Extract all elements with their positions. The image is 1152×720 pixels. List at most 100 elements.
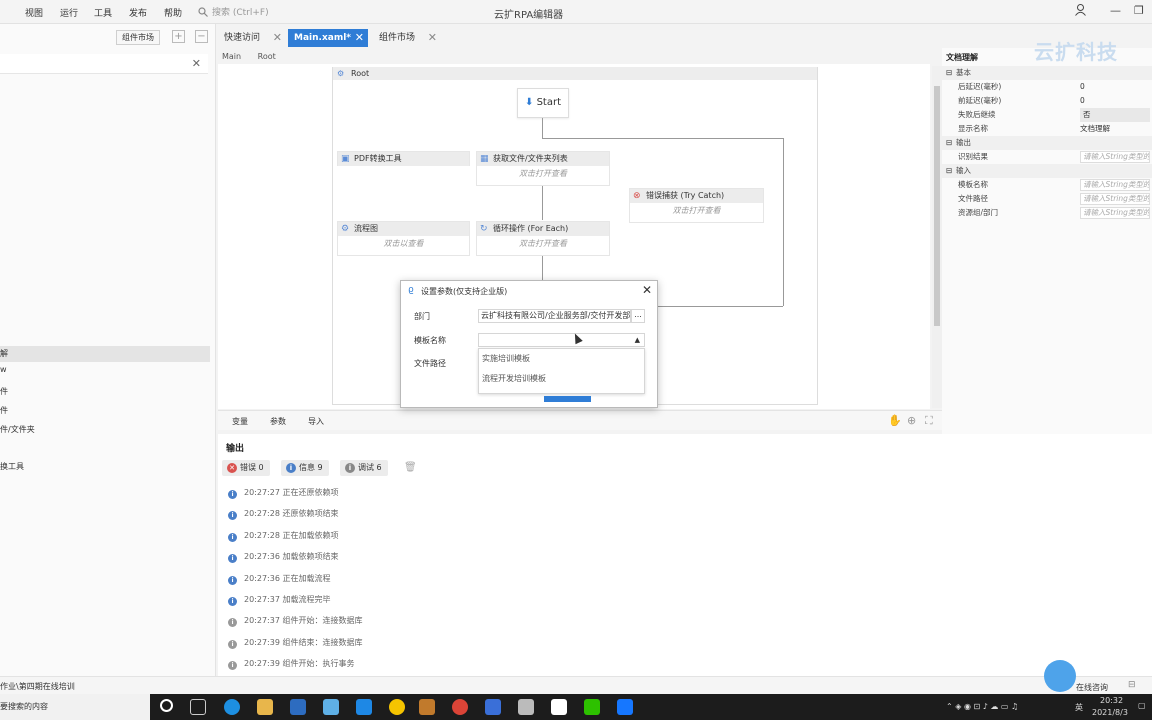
scrollbar-thumb[interactable] <box>934 86 940 326</box>
trash-icon[interactable]: 🗑 <box>404 462 417 473</box>
template-select[interactable]: ▲ <box>478 333 645 347</box>
tab-imports[interactable]: 导入 <box>308 416 324 427</box>
notification-icon[interactable]: ▢ <box>1138 701 1146 710</box>
tray-icons[interactable]: ⌃ ◈ ◉ ⊡ ♪ ☁ ▭ ♫ <box>946 702 1018 711</box>
filter-info-button[interactable]: i 信息 9 <box>281 460 329 476</box>
zoom-icon[interactable]: ⊕ <box>907 414 916 427</box>
dept-browse-button[interactable]: ... <box>631 309 645 323</box>
browser-icon[interactable] <box>389 699 405 715</box>
widget-market-button[interactable]: 组件市场 <box>116 30 160 45</box>
activity-node-pdf[interactable]: ▣ PDF转换工具 <box>337 151 470 166</box>
activities-pane: 组件市场 + − ✕ 解 w 件 件 件/文件夹 换工具 <box>0 24 216 676</box>
prop-row[interactable]: 资源组/部门 请输入String类型的值 <box>942 206 1152 220</box>
prop-row[interactable]: 文件路径 请输入String类型的值 <box>942 192 1152 206</box>
tab-arguments[interactable]: 参数 <box>270 416 286 427</box>
filter-errors-button[interactable]: ✕ 错误 0 <box>222 460 270 476</box>
mail-icon[interactable] <box>290 699 306 715</box>
filter-debug-button[interactable]: i 调试 6 <box>340 460 388 476</box>
prop-row[interactable]: 后延迟(毫秒) 0 <box>942 80 1152 94</box>
prop-section-input[interactable]: ⊟ 输入 <box>942 164 1152 178</box>
meeting-icon[interactable] <box>617 699 633 715</box>
collapse-icon[interactable]: − <box>195 30 208 43</box>
add-icon[interactable]: + <box>172 30 185 43</box>
user-icon[interactable] <box>1075 4 1086 19</box>
activity-item[interactable]: 解 <box>0 346 210 362</box>
chrome-icon[interactable] <box>452 699 468 715</box>
tab-quick-access[interactable]: 快速访问 ✕ <box>218 29 286 47</box>
tab-main-xaml[interactable]: Main.xaml* ✕ <box>288 29 368 47</box>
app-icon[interactable] <box>419 699 435 715</box>
prop-row[interactable]: 前延迟(毫秒) 0 <box>942 94 1152 108</box>
menu-view[interactable]: 视图 <box>25 6 43 19</box>
activity-node-try-catch[interactable]: ⊗ 错误捕获 (Try Catch) 双击打开查看 <box>629 188 764 223</box>
menu-publish[interactable]: 发布 <box>129 6 147 19</box>
taskbar-search[interactable]: 要搜索的内容 <box>0 694 150 720</box>
prop-value-input[interactable]: 请输入String类型的值 <box>1080 193 1150 205</box>
activity-node-get-files[interactable]: ▦ 获取文件/文件夹列表 双击打开查看 <box>476 151 610 186</box>
prop-value-input[interactable]: 请输入String类型的值 <box>1080 179 1150 191</box>
activity-item[interactable]: 件 <box>0 403 210 419</box>
canvas-scrollbar[interactable] <box>932 66 942 408</box>
start-node[interactable]: ⬇ Start <box>517 88 569 118</box>
rpa-icon[interactable] <box>485 699 501 715</box>
activity-item[interactable]: 件 <box>0 384 210 400</box>
chat-bubble-icon[interactable] <box>1044 660 1076 692</box>
close-icon[interactable]: ✕ <box>273 29 282 47</box>
tab-variables[interactable]: 变量 <box>232 416 248 427</box>
dept-input[interactable]: 云扩科技有限公司/企业服务部/交付开发部 <box>478 309 631 323</box>
file-explorer-icon[interactable] <box>257 699 273 715</box>
template-option[interactable]: 流程开发培训模板 <box>479 369 644 389</box>
prop-section-output[interactable]: ⊟ 输出 <box>942 136 1152 150</box>
editor-icon[interactable] <box>551 699 567 715</box>
activity-node-foreach[interactable]: ↻ 循环操作 (For Each) 双击打开查看 <box>476 221 610 256</box>
breadcrumb-main[interactable]: Main <box>222 52 241 61</box>
menu-help[interactable]: 帮助 <box>164 6 182 19</box>
close-icon[interactable]: ✕ <box>355 29 364 47</box>
activity-node-flowchart[interactable]: ⚙ 流程图 双击以查看 <box>337 221 470 256</box>
activities-search-input[interactable] <box>0 54 208 74</box>
prop-value[interactable]: 文档理解 <box>1080 122 1110 136</box>
store-icon[interactable] <box>356 699 372 715</box>
online-chat-link[interactable]: 在线咨询 <box>1076 682 1108 693</box>
menu-run[interactable]: 运行 <box>60 6 78 19</box>
fit-screen-icon[interactable]: ⛶ <box>925 414 933 428</box>
prop-row[interactable]: 模板名称 请输入String类型的值 <box>942 178 1152 192</box>
clock-date[interactable]: 2021/8/3 <box>1092 708 1128 717</box>
close-icon[interactable]: ✕ <box>642 283 652 297</box>
restore-icon[interactable]: ❐ <box>1134 4 1144 17</box>
hand-pan-icon[interactable]: ✋ <box>888 414 902 427</box>
cortana-icon[interactable] <box>160 699 173 712</box>
confirm-button[interactable] <box>544 396 591 402</box>
prop-row[interactable]: 显示名称 文档理解 <box>942 122 1152 136</box>
activity-item[interactable]: 换工具 <box>0 459 210 475</box>
activity-item[interactable]: 件/文件夹 <box>0 422 210 438</box>
edge-icon[interactable] <box>224 699 240 715</box>
prop-section-basic[interactable]: ⊟ 基本 <box>942 66 1152 80</box>
minimize-icon[interactable]: — <box>1110 4 1121 17</box>
prop-row[interactable]: 失败后继续 否 <box>942 108 1152 122</box>
task-view-icon[interactable] <box>190 699 206 715</box>
app-icon[interactable] <box>323 699 339 715</box>
clock-time[interactable]: 20:32 <box>1100 696 1123 705</box>
close-icon[interactable]: ✕ <box>428 29 437 47</box>
prop-value[interactable]: 0 <box>1080 80 1085 94</box>
search-box[interactable]: 搜索 (Ctrl+F) <box>198 3 368 20</box>
tab-widget-market[interactable]: 组件市场 ✕ <box>373 29 441 47</box>
wechat-icon[interactable] <box>584 699 600 715</box>
ime-indicator[interactable]: 英 <box>1075 702 1083 713</box>
activity-item[interactable]: w <box>0 362 210 378</box>
prop-row[interactable]: 识别结果 请输入String类型的值 <box>942 150 1152 164</box>
log-text: 20:27:28 还原依赖项结束 <box>244 509 339 518</box>
breadcrumb-root[interactable]: Root <box>258 52 276 61</box>
prop-value-input[interactable]: 请输入String类型的值 <box>1080 207 1150 219</box>
prop-value[interactable]: 0 <box>1080 94 1085 108</box>
menu-tools[interactable]: 工具 <box>94 6 112 19</box>
clear-search-icon[interactable]: ✕ <box>192 57 201 70</box>
settings-icon[interactable] <box>518 699 534 715</box>
log-entry: i 20:27:36 加载依赖项结束 <box>228 551 338 563</box>
prop-value-input[interactable]: 请输入String类型的值 <box>1080 151 1150 163</box>
template-option[interactable]: 实施培训模板 <box>479 349 644 369</box>
minimize-chat-icon[interactable]: ⊟ <box>1128 680 1136 690</box>
prop-value-select[interactable]: 否 <box>1080 108 1150 122</box>
pdf-icon: ▣ <box>341 154 350 164</box>
